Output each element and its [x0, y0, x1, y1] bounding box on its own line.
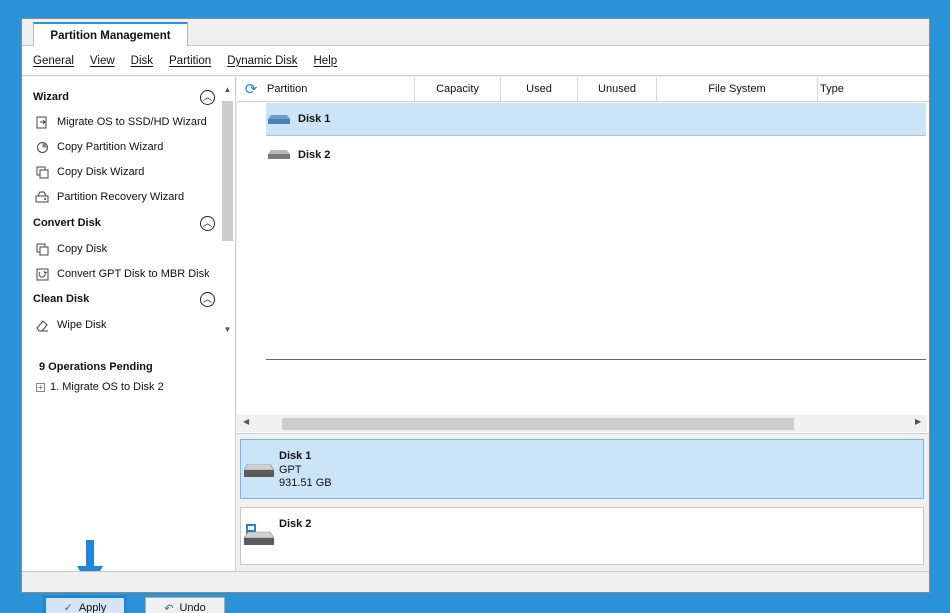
disk-map-name: Disk 1: [279, 450, 312, 462]
sidebar-scroll-thumb[interactable]: [222, 101, 233, 241]
collapse-clean-disk-icon[interactable]: ︿: [200, 292, 215, 307]
disk-map-size: 931.51 GB: [279, 477, 332, 489]
tab-bar: Partition Management: [22, 19, 929, 47]
table-row[interactable]: Disk 2: [266, 138, 926, 171]
menu-help[interactable]: Help: [314, 55, 338, 67]
sidebar-item-copy-disk[interactable]: Copy Disk: [35, 242, 107, 256]
sidebar-item-label: Partition Recovery Wizard: [57, 191, 185, 203]
table-divider: [266, 359, 926, 360]
sidebar-item-label: Migrate OS to SSD/HD Wizard: [57, 116, 207, 128]
sidebar-item-migrate-os[interactable]: Migrate OS to SSD/HD Wizard: [35, 115, 207, 129]
sidebar-item-partition-recovery[interactable]: Partition Recovery Wizard: [35, 190, 184, 204]
disk-map-card[interactable]: Disk 1 GPT 931.51 GB: [240, 439, 924, 499]
collapse-wizard-icon[interactable]: ︿: [200, 90, 215, 105]
disk-map-card[interactable]: Disk 2: [240, 507, 924, 565]
sidebar-item-label: Convert GPT Disk to MBR Disk: [57, 268, 210, 280]
disk-map-type: GPT: [279, 463, 302, 476]
recovery-icon: [35, 190, 49, 204]
apply-label: Apply: [78, 601, 107, 613]
menu-disk[interactable]: Disk: [131, 55, 153, 67]
column-used[interactable]: Used: [501, 77, 578, 101]
sidebar-item-wipe-disk[interactable]: Wipe Disk: [35, 318, 107, 332]
undo-label: Undo: [179, 602, 206, 613]
section-title-convert-disk: Convert Disk: [33, 217, 101, 229]
column-partition[interactable]: Partition: [263, 77, 415, 101]
hard-disk-icon: [268, 150, 290, 159]
scroll-right-icon[interactable]: ▶: [915, 417, 921, 426]
scroll-up-icon[interactable]: ▲: [221, 85, 234, 94]
column-file-system[interactable]: File System: [657, 77, 818, 101]
scroll-left-icon[interactable]: ◀: [243, 417, 249, 426]
convert-icon: [35, 267, 49, 281]
migrate-icon: [35, 115, 49, 129]
column-capacity[interactable]: Capacity: [415, 77, 501, 101]
usb-disk-icon: [244, 524, 274, 545]
undo-icon: ↶: [164, 602, 174, 613]
sidebar-item-copy-partition[interactable]: Copy Partition Wizard: [35, 140, 163, 154]
hard-disk-icon: [268, 114, 290, 124]
sidebar-item-copy-disk-wizard[interactable]: Copy Disk Wizard: [35, 165, 144, 179]
horizontal-scroll-thumb[interactable]: [282, 418, 794, 430]
pending-operation-label: 1. Migrate OS to Disk 2: [50, 381, 164, 393]
column-type[interactable]: Type: [818, 77, 929, 101]
section-title-clean-disk: Clean Disk: [33, 293, 90, 305]
menu-dynamic-disk[interactable]: Dynamic Disk: [227, 55, 297, 67]
table-header: ⟳ Partition Capacity Used Unused File Sy…: [237, 77, 929, 102]
menu-view[interactable]: View: [90, 55, 115, 67]
menu-bar: General View Disk Partition Dynamic Disk…: [22, 46, 929, 76]
sidebar: Wizard ︿ Migrate OS to SSD/HD Wizard Cop…: [22, 77, 236, 613]
copy-disk-icon: [35, 242, 49, 256]
apply-button[interactable]: ✓ Apply: [43, 595, 127, 613]
disk-map: Disk 1 GPT 931.51 GB Disk 2: [237, 433, 929, 571]
menu-general[interactable]: General: [33, 55, 74, 67]
disk-name: Disk 1: [298, 113, 331, 125]
undo-button[interactable]: ↶ Undo: [145, 597, 225, 613]
table-row[interactable]: Disk 1: [266, 103, 926, 136]
column-unused[interactable]: Unused: [578, 77, 657, 101]
sidebar-item-label: Copy Partition Wizard: [57, 141, 164, 153]
checkmark-icon: ✓: [63, 602, 73, 613]
sidebar-item-label: Copy Disk Wizard: [57, 166, 145, 178]
menu-partition[interactable]: Partition: [169, 55, 211, 67]
collapse-convert-disk-icon[interactable]: ︿: [200, 216, 215, 231]
pending-operations-title: 9 Operations Pending: [39, 361, 153, 373]
eraser-icon: [35, 318, 49, 332]
disk-map-name: Disk 2: [279, 518, 312, 530]
sidebar-item-label: Copy Disk: [57, 243, 108, 255]
hard-disk-icon: [244, 464, 274, 477]
app-window: Partition Management General View Disk P…: [21, 18, 930, 613]
expand-icon[interactable]: +: [36, 382, 45, 392]
status-bar: [22, 571, 929, 592]
horizontal-scrollbar[interactable]: ◀ ▶: [237, 415, 927, 432]
copy-disk-icon: [35, 165, 49, 179]
main-panel: ⟳ Partition Capacity Used Unused File Sy…: [237, 77, 929, 571]
refresh-icon[interactable]: ⟳: [243, 82, 259, 98]
sidebar-scrollbar[interactable]: ▲ ▼: [221, 85, 234, 335]
sidebar-item-label: Wipe Disk: [57, 319, 107, 331]
pending-operation-item[interactable]: + 1. Migrate OS to Disk 2: [36, 381, 164, 393]
section-title-wizard: Wizard: [33, 91, 69, 103]
scroll-down-icon[interactable]: ▼: [221, 325, 234, 334]
disk-name: Disk 2: [298, 148, 331, 161]
sidebar-item-convert-gpt-mbr[interactable]: Convert GPT Disk to MBR Disk: [35, 267, 210, 281]
copy-partition-icon: [35, 140, 49, 154]
tab-partition-management[interactable]: Partition Management: [33, 22, 188, 47]
